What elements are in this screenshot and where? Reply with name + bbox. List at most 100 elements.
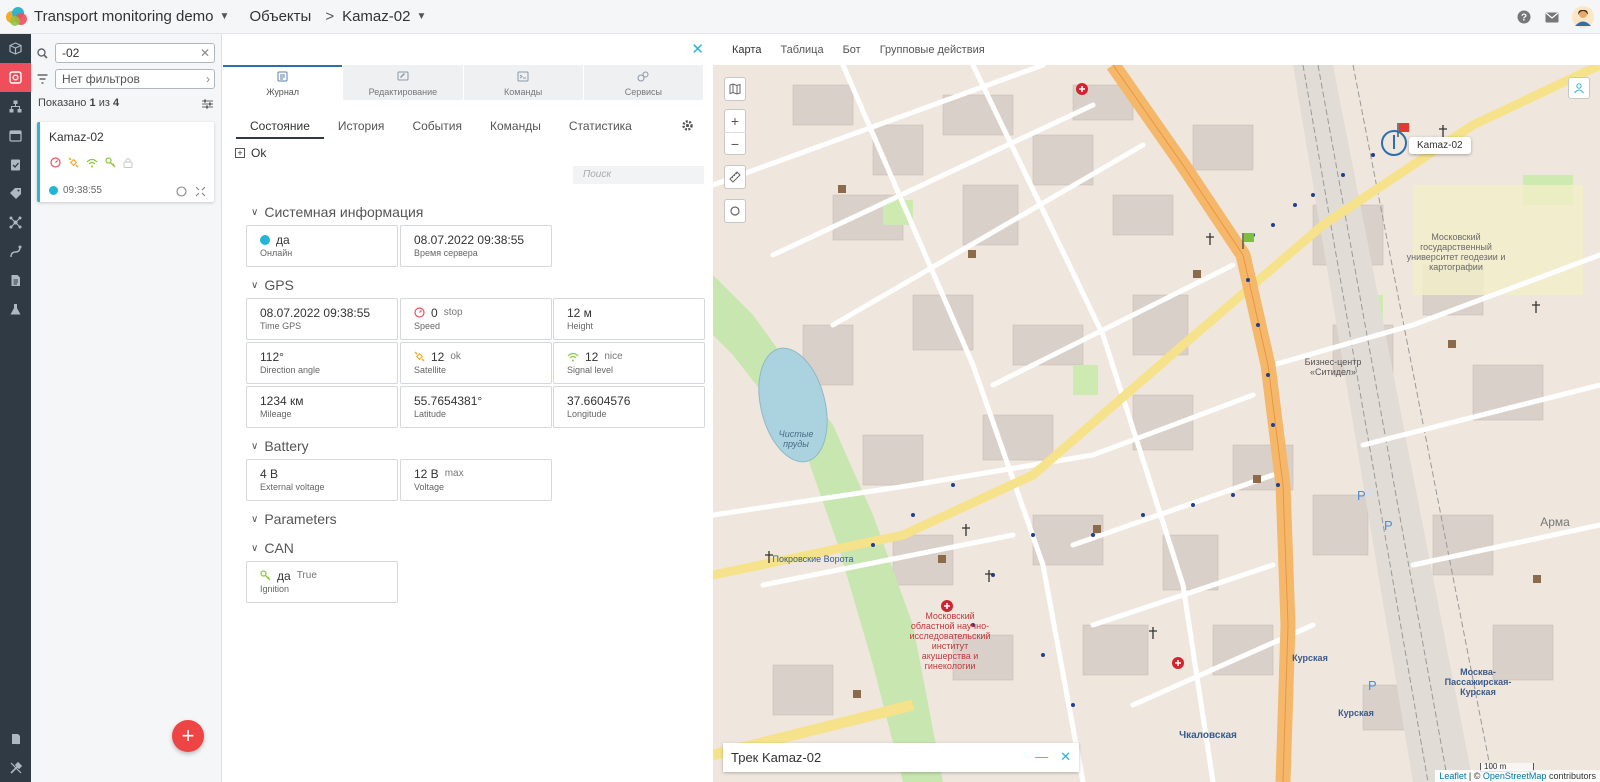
- map-tabs: Карта Таблица Бот Групповые действия: [713, 34, 1600, 65]
- vehicle-label[interactable]: Kamaz-02: [1409, 137, 1471, 154]
- expand-icon[interactable]: [195, 184, 206, 202]
- app-switcher[interactable]: Transport monitoring demo ▼: [34, 8, 243, 25]
- map-canvas[interactable]: P P P Московский государственный университ…: [713, 65, 1600, 782]
- zoom-out-button[interactable]: −: [724, 132, 746, 154]
- gear-icon[interactable]: [681, 119, 694, 137]
- map-layers-icon[interactable]: [724, 78, 746, 100]
- chevron-down-icon: ∨: [251, 440, 259, 452]
- tab-journal-label: Журнал: [266, 86, 300, 97]
- close-icon[interactable]: ✕: [1060, 749, 1071, 765]
- ruler-icon[interactable]: [724, 166, 746, 188]
- subtab-statistics[interactable]: Статистика: [555, 114, 646, 139]
- rail-network-icon[interactable]: [0, 208, 31, 237]
- ignition-unit: True: [296, 570, 317, 581]
- add-object-button[interactable]: +: [172, 720, 204, 752]
- section-can-header[interactable]: ∨ CAN: [251, 540, 294, 556]
- leaflet-link[interactable]: Leaflet: [1439, 771, 1466, 781]
- satellite-label: Satellite: [414, 365, 447, 375]
- measure-control[interactable]: [724, 165, 746, 189]
- map-user-control-icon[interactable]: [1568, 77, 1590, 99]
- locate-map-icon[interactable]: [724, 200, 746, 222]
- clear-icon[interactable]: ✕: [200, 46, 210, 60]
- search-input[interactable]: -02 ✕: [55, 43, 215, 63]
- close-icon[interactable]: ✕: [691, 40, 704, 58]
- signal-label: Signal level: [567, 365, 614, 375]
- speed-stop-icon: [50, 155, 61, 173]
- list-settings-icon[interactable]: [202, 96, 213, 114]
- section-system-header[interactable]: ∨ Системная информация: [251, 204, 423, 220]
- tab-journal[interactable]: Журнал: [223, 65, 343, 100]
- satellite-icon: [68, 155, 79, 173]
- subtab-history[interactable]: История: [324, 114, 399, 139]
- rail-document-icon[interactable]: [0, 266, 31, 295]
- section-battery-title: Battery: [264, 438, 309, 454]
- object-switcher[interactable]: Kamaz-02 ▼: [342, 8, 440, 25]
- section-system-title: Системная информация: [264, 204, 424, 220]
- subtab-commands[interactable]: Команды: [476, 114, 555, 139]
- online-value: да: [276, 232, 290, 247]
- map-label-passenger: Москва-Пассажирская-Курская: [1444, 667, 1512, 697]
- rail-target-icon[interactable]: [0, 63, 31, 92]
- minimize-icon[interactable]: —: [1035, 749, 1048, 765]
- chevron-right-icon: ›: [206, 72, 210, 86]
- map-label-pond: Чистые пруды: [778, 429, 814, 449]
- map-attribution: Leaflet | © OpenStreetMap contributors: [1435, 770, 1600, 782]
- signal-icon: [86, 155, 98, 173]
- rail-tag-icon[interactable]: [0, 179, 31, 208]
- rail-flask-icon[interactable]: [0, 295, 31, 324]
- layers-control[interactable]: [724, 77, 746, 101]
- rail-box-icon[interactable]: [0, 34, 31, 63]
- help-icon[interactable]: ?: [1510, 0, 1538, 34]
- online-label: Онлайн: [260, 248, 293, 258]
- mileage-value: 1234 км: [260, 393, 304, 408]
- app-logo[interactable]: [0, 0, 34, 34]
- chevron-down-icon: ∨: [251, 279, 259, 291]
- locate-icon[interactable]: [176, 184, 187, 202]
- params-search-input[interactable]: Поиск: [573, 166, 704, 184]
- object-time: 09:38:55: [63, 185, 102, 196]
- status-row[interactable]: + Ok: [235, 146, 266, 160]
- map-label-university: Московский государственный университет г…: [1406, 232, 1506, 272]
- section-gps-header[interactable]: ∨ GPS: [251, 277, 294, 293]
- rail-tools-icon[interactable]: [0, 753, 31, 782]
- satellite-unit: ok: [450, 351, 461, 362]
- subtab-state[interactable]: Состояние: [236, 114, 324, 139]
- rail-report-icon[interactable]: [0, 724, 31, 753]
- chevron-down-icon: ∨: [251, 542, 259, 554]
- rail-calendar-icon[interactable]: [0, 121, 31, 150]
- tab-group-actions[interactable]: Групповые действия: [880, 44, 985, 56]
- filter-select[interactable]: Нет фильтров ›: [55, 69, 215, 89]
- filter-icon: [37, 74, 53, 84]
- map-label-chkalovskaya: Чкаловская: [1179, 730, 1237, 741]
- object-card[interactable]: Kamaz-02 09:38:55: [37, 122, 214, 202]
- voltage-unit: max: [444, 468, 464, 479]
- locate-control[interactable]: [724, 199, 746, 223]
- user-avatar[interactable]: [1566, 0, 1600, 34]
- cell-height: 12 м Height: [553, 298, 705, 340]
- tab-table[interactable]: Таблица: [780, 44, 823, 56]
- search-icon: [37, 47, 53, 59]
- rail-clipboard-icon[interactable]: [0, 150, 31, 179]
- cell-satellite: 12 ok Satellite: [400, 342, 552, 384]
- mail-icon[interactable]: [1538, 0, 1566, 34]
- rail-hierarchy-icon[interactable]: [0, 92, 31, 121]
- tab-services[interactable]: Сервисы: [583, 65, 703, 100]
- svg-text:P: P: [1384, 518, 1393, 533]
- osm-link[interactable]: OpenStreetMap: [1483, 771, 1547, 781]
- main-tabs: Журнал Редактирование Команды Сервисы: [223, 65, 704, 100]
- cell-mileage: 1234 км Mileage: [246, 386, 398, 428]
- zoom-in-button[interactable]: +: [724, 110, 746, 132]
- subtab-events[interactable]: События: [398, 114, 476, 139]
- section-battery-header[interactable]: ∨ Battery: [251, 438, 309, 454]
- external-voltage-label: External voltage: [260, 482, 325, 492]
- breadcrumb-section[interactable]: Объекты: [249, 8, 311, 25]
- chevron-right-icon: >: [325, 8, 335, 25]
- tab-map[interactable]: Карта: [732, 44, 761, 56]
- tab-bot[interactable]: Бот: [843, 44, 861, 56]
- section-parameters-header[interactable]: ∨ Parameters: [251, 511, 337, 527]
- tab-commands[interactable]: Команды: [463, 65, 583, 100]
- object-last-update: 09:38:55: [49, 185, 102, 196]
- rail-route-icon[interactable]: [0, 237, 31, 266]
- satellite-value: 12: [431, 349, 445, 364]
- tab-edit[interactable]: Редактирование: [343, 65, 463, 100]
